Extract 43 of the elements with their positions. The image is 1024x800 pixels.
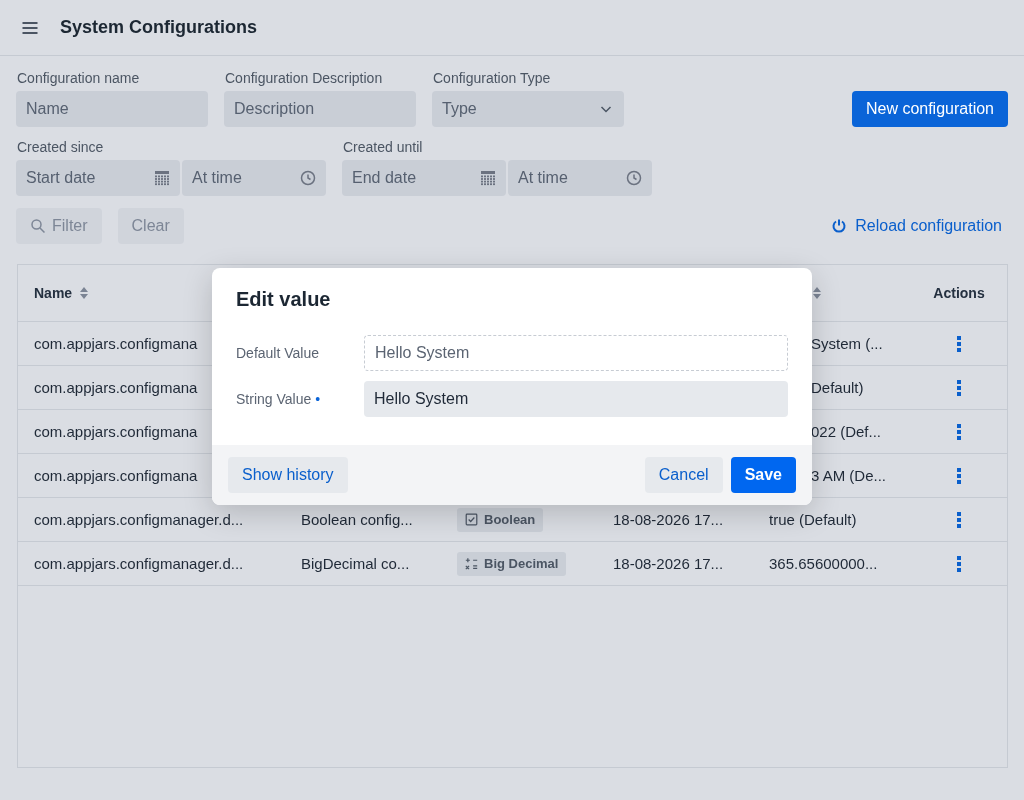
show-history-button[interactable]: Show history (228, 457, 348, 493)
page-title: System Configurations (60, 17, 258, 38)
field-label: Default Value (236, 345, 320, 361)
date-field[interactable]: End date (342, 160, 506, 196)
table-cell: com.appjars.configmanager.d... (34, 511, 244, 528)
table-cell: com.appjars.configmana (34, 335, 198, 352)
type-tag: Boolean (457, 507, 544, 532)
value-field[interactable]: Hello System (364, 335, 788, 371)
table-cell: 18-08-2026 17... (613, 511, 724, 528)
time-field[interactable]: At time (182, 160, 326, 196)
table-cell: 3 AM (De... (811, 467, 887, 484)
reload-link[interactable]: Reload configuration (831, 217, 1002, 235)
required-mark: • (315, 391, 321, 407)
text-field[interactable]: Description (224, 91, 416, 127)
table-cell: Default) (811, 379, 864, 396)
table-cell: 18-08-2026 17... (613, 555, 724, 572)
field-label: Configuration Type (432, 70, 552, 86)
table-cell: BigDecimal co... (301, 555, 410, 572)
dialog-title: Edit value (235, 287, 332, 311)
field-label: Created until (342, 139, 424, 155)
table-cell: com.appjars.configmana (34, 379, 198, 396)
type-select[interactable]: Type (432, 91, 624, 127)
save-button[interactable]: Save (730, 457, 796, 493)
table-cell: true (Default) (769, 511, 857, 528)
field-label: Created since (16, 139, 105, 155)
table-cell: com.appjars.configmana (34, 467, 198, 484)
cancel-button[interactable]: Cancel (644, 457, 723, 493)
table-cell: 022 (Def... (811, 423, 882, 440)
type-tag: Big Decimal (457, 551, 567, 576)
new-configuration-button[interactable]: New configuration (851, 91, 1008, 127)
table-cell: com.appjars.configmanager.d... (34, 555, 244, 572)
table-cell: com.appjars.configmana (34, 423, 198, 440)
time-field[interactable]: At time (508, 160, 652, 196)
field-label: Configuration Description (224, 70, 384, 86)
table-cell: System (... (811, 335, 883, 352)
text-field[interactable]: Name (16, 91, 208, 127)
field-label: Configuration name (16, 70, 141, 86)
date-field[interactable]: Start date (16, 160, 180, 196)
value-field[interactable]: Hello System (364, 381, 788, 417)
table-cell: Boolean config... (301, 511, 413, 528)
column-header: Actions (933, 285, 985, 301)
table-cell: 365.65600000... (769, 555, 878, 572)
field-label: String Value • (236, 391, 322, 407)
